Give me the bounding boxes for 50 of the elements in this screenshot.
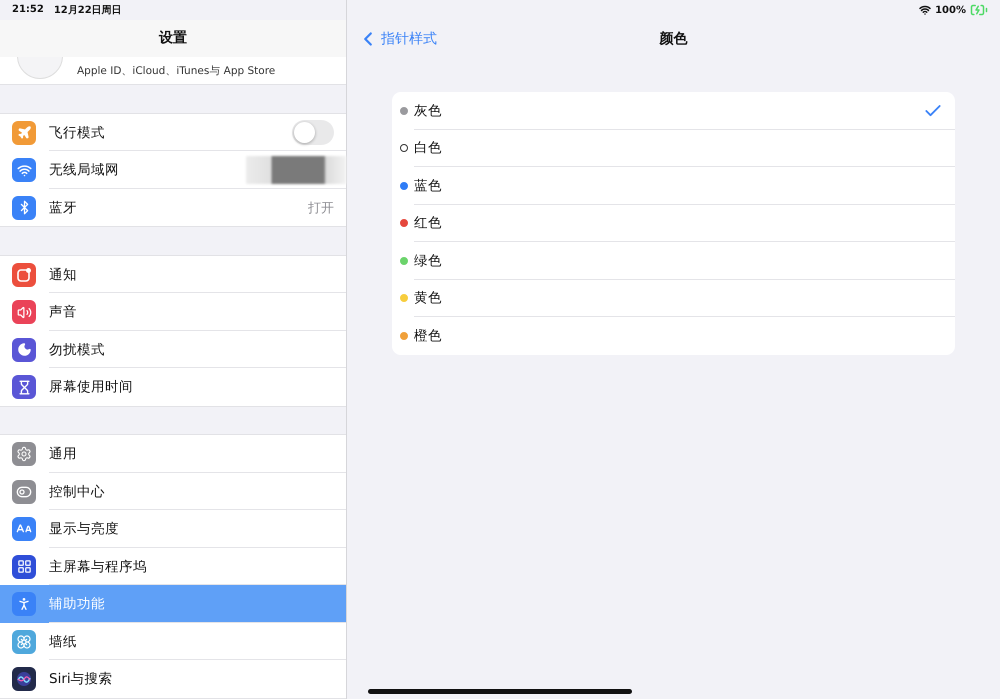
text-size-icon <box>12 517 36 542</box>
color-option[interactable]: 灰色 <box>392 92 955 130</box>
accessibility-icon <box>12 592 36 616</box>
flower-icon <box>12 630 36 654</box>
battery-percent: 100% <box>935 4 966 16</box>
row-label: 显示与亮度 <box>49 520 119 538</box>
option-label: 橙色 <box>414 326 442 345</box>
row-label: 墙纸 <box>49 632 77 651</box>
row-label: 蓝牙 <box>49 198 77 217</box>
moon-icon <box>12 338 36 362</box>
row-label: 勿扰模式 <box>49 340 105 359</box>
row-label: 飞行模式 <box>49 124 105 142</box>
toggle-switch[interactable] <box>292 120 334 146</box>
row-label: 屏幕使用时间 <box>49 378 133 396</box>
row-label: 主屏幕与程序坞 <box>49 558 147 576</box>
status-date: 12月22日周日 <box>54 4 122 17</box>
speaker-icon <box>12 300 36 324</box>
notification-icon <box>12 262 36 287</box>
status-value: 打开 <box>308 200 334 217</box>
color-option[interactable]: 蓝色 <box>392 167 955 204</box>
option-label: 灰色 <box>414 102 442 120</box>
color-option[interactable]: 红色 <box>392 204 955 242</box>
option-label: 白色 <box>414 139 442 158</box>
color-option[interactable]: 黄色 <box>392 280 955 317</box>
option-label: 红色 <box>414 214 442 232</box>
status-time: 21:52 <box>12 4 44 16</box>
row-label: 无线局域网 <box>49 161 119 180</box>
row-label: 通用 <box>49 445 77 464</box>
page-title: 颜色 <box>660 30 688 48</box>
row-label: 声音 <box>49 303 77 322</box>
option-label: 绿色 <box>414 252 442 270</box>
app-grid-icon <box>12 554 36 579</box>
toggle-icon <box>12 480 36 504</box>
color-option[interactable]: 绿色 <box>392 242 955 280</box>
airplane-icon <box>12 120 36 145</box>
sidebar-title: 设置 <box>159 29 187 48</box>
account-row[interactable]: Apple ID、iCloud、iTunes与 App Store <box>0 56 346 86</box>
hourglass-icon <box>12 375 36 400</box>
settings-icon <box>12 442 36 466</box>
option-label: 黄色 <box>414 289 442 308</box>
row-label: 控制中心 <box>49 482 105 501</box>
row-label: Siri与搜索 <box>49 670 113 688</box>
wifi-icon <box>12 158 36 182</box>
wifi-signal-icon <box>919 4 932 16</box>
row-label: 通知 <box>49 266 77 284</box>
color-option[interactable]: 橙色 <box>392 317 955 354</box>
color-option[interactable]: 白色 <box>392 130 955 167</box>
bluetooth-icon <box>12 196 36 220</box>
row-label: 辅助功能 <box>49 595 105 614</box>
option-label: 蓝色 <box>414 176 442 195</box>
